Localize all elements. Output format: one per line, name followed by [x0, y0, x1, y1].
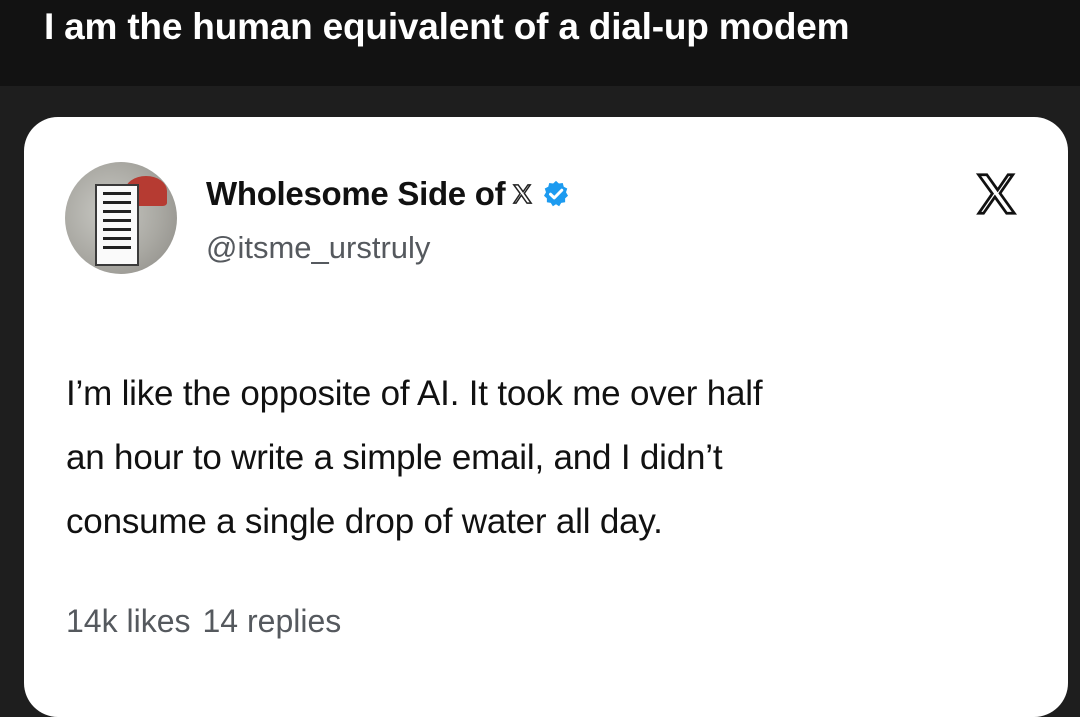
user-handle[interactable]: @itsme_urstruly: [206, 230, 430, 266]
meme-caption: I am the human equivalent of a dial-up m…: [44, 6, 850, 47]
verified-badge-icon: [544, 180, 569, 207]
tweet-card: Wholesome Side of @itsme_urstruly I’m li…: [24, 117, 1068, 717]
display-name[interactable]: Wholesome Side of: [206, 175, 571, 213]
tweet-text-line: I’m like the opposite of AI. It took me …: [66, 374, 763, 413]
tweet-text-line: an hour to write a simple email, and I d…: [66, 438, 723, 477]
avatar-sign: [95, 184, 139, 266]
display-name-text: Wholesome Side of: [206, 175, 506, 212]
tweet-text: I’m like the opposite of AI. It took me …: [66, 362, 1026, 554]
avatar[interactable]: [65, 162, 177, 274]
x-logo-icon[interactable]: [974, 172, 1018, 216]
tweet-text-line: consume a single drop of water all day.: [66, 502, 663, 541]
replies-count[interactable]: 14 replies: [203, 603, 342, 640]
x-mini-icon: [512, 184, 533, 204]
likes-count[interactable]: 14k likes: [66, 603, 191, 640]
engagement-stats: 14k likes 14 replies: [66, 603, 341, 640]
caption-bar: I am the human equivalent of a dial-up m…: [0, 0, 1080, 86]
